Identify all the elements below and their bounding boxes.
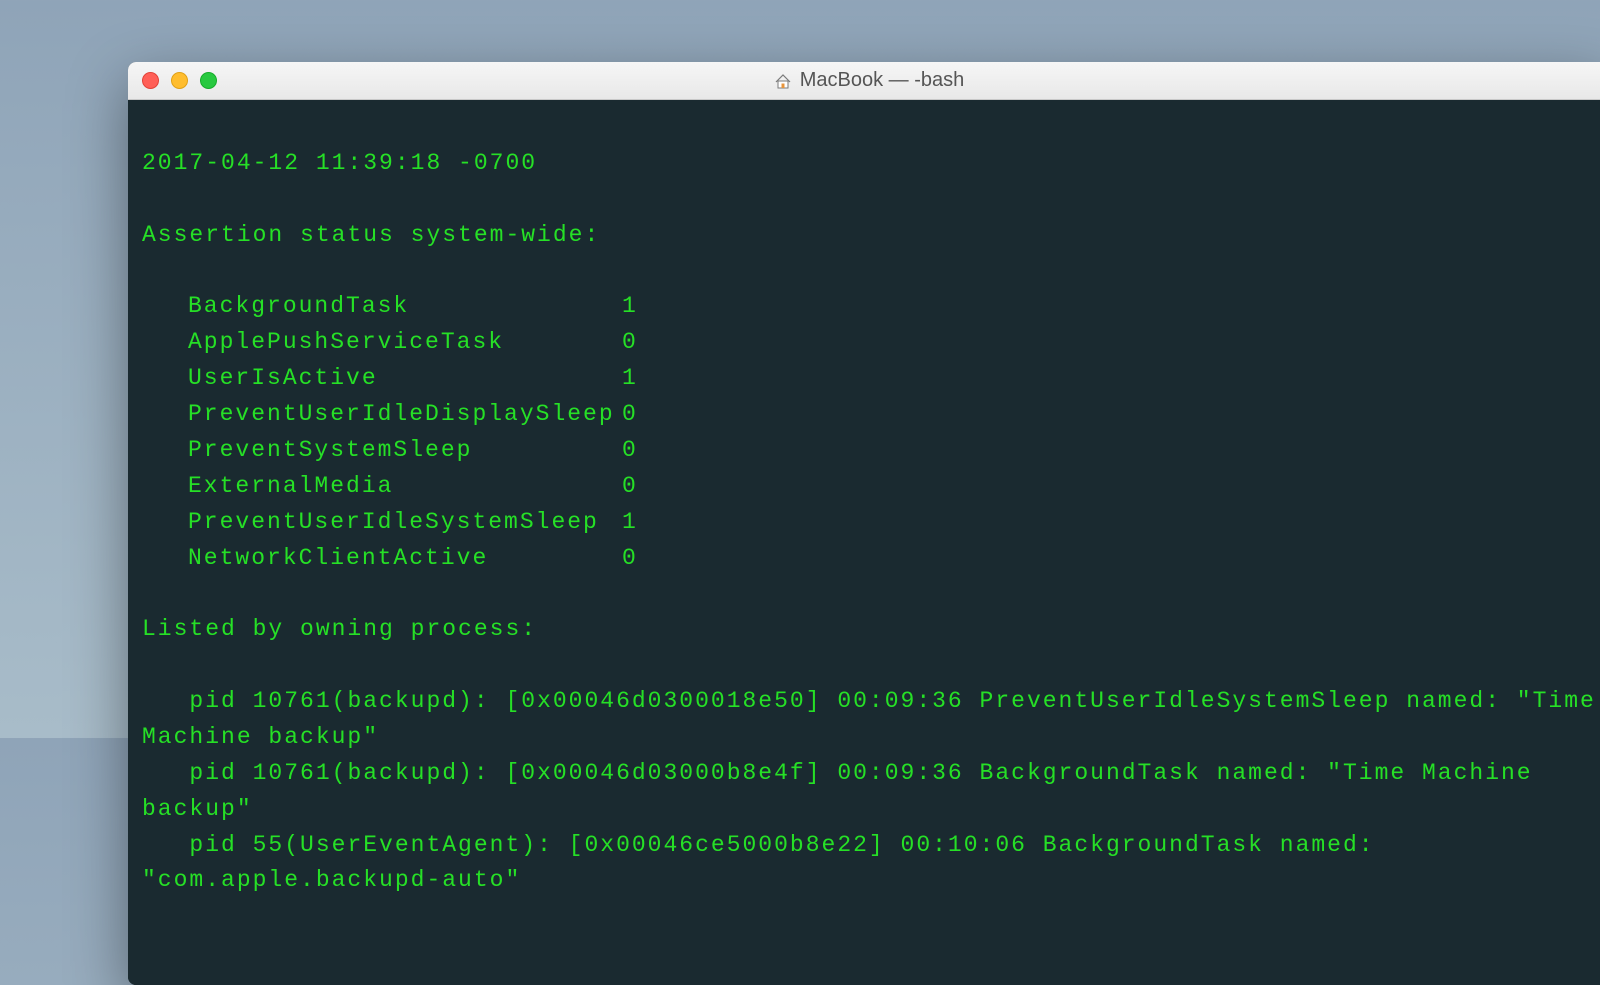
processes-list: pid 10761(backupd): [0x00046d0300018e50]… <box>142 684 1596 899</box>
assertion-value: 0 <box>622 397 638 433</box>
assertion-row: PreventUserIdleDisplaySleep0 <box>142 397 1596 433</box>
terminal-output[interactable]: 2017-04-12 11:39:18 -0700 Assertion stat… <box>128 100 1600 985</box>
assertion-key: PreventSystemSleep <box>142 433 622 469</box>
assertion-key: UserIsActive <box>142 361 622 397</box>
assertion-row: UserIsActive1 <box>142 361 1596 397</box>
assertion-key: NetworkClientActive <box>142 541 622 577</box>
zoom-button[interactable] <box>200 72 217 89</box>
minimize-button[interactable] <box>171 72 188 89</box>
assertion-value: 1 <box>622 289 638 325</box>
window-controls <box>142 72 217 89</box>
assertion-value: 0 <box>622 541 638 577</box>
process-line: pid 10761(backupd): [0x00046d0300018e50]… <box>142 684 1596 756</box>
window-title-bar[interactable]: MacBook — -bash <box>128 62 1600 100</box>
close-button[interactable] <box>142 72 159 89</box>
window-title-text: MacBook — -bash <box>800 69 965 92</box>
assertion-row: PreventUserIdleSystemSleep1 <box>142 505 1596 541</box>
assertion-value: 1 <box>622 505 638 541</box>
assertion-value: 0 <box>622 325 638 361</box>
assertion-key: ExternalMedia <box>142 469 622 505</box>
terminal-timestamp: 2017-04-12 11:39:18 -0700 <box>142 146 1596 182</box>
assertion-value: 0 <box>622 433 638 469</box>
home-icon <box>774 72 792 90</box>
assertion-key: PreventUserIdleDisplaySleep <box>142 397 622 433</box>
assertion-row: ExternalMedia0 <box>142 469 1596 505</box>
assertions-header: Assertion status system-wide: <box>142 218 1596 254</box>
assertion-value: 0 <box>622 469 638 505</box>
assertion-key: PreventUserIdleSystemSleep <box>142 505 622 541</box>
terminal-window: MacBook — -bash 2017-04-12 11:39:18 -070… <box>128 62 1600 985</box>
assertions-list: BackgroundTask1ApplePushServiceTask0User… <box>142 289 1596 576</box>
assertion-value: 1 <box>622 361 638 397</box>
assertion-row: NetworkClientActive0 <box>142 541 1596 577</box>
assertion-row: ApplePushServiceTask0 <box>142 325 1596 361</box>
assertion-key: BackgroundTask <box>142 289 622 325</box>
assertion-row: PreventSystemSleep0 <box>142 433 1596 469</box>
assertion-row: BackgroundTask1 <box>142 289 1596 325</box>
assertion-key: ApplePushServiceTask <box>142 325 622 361</box>
listed-header: Listed by owning process: <box>142 612 1596 648</box>
process-line: pid 10761(backupd): [0x00046d03000b8e4f]… <box>142 756 1596 828</box>
window-title: MacBook — -bash <box>128 69 1600 92</box>
process-line: pid 55(UserEventAgent): [0x00046ce5000b8… <box>142 828 1596 900</box>
